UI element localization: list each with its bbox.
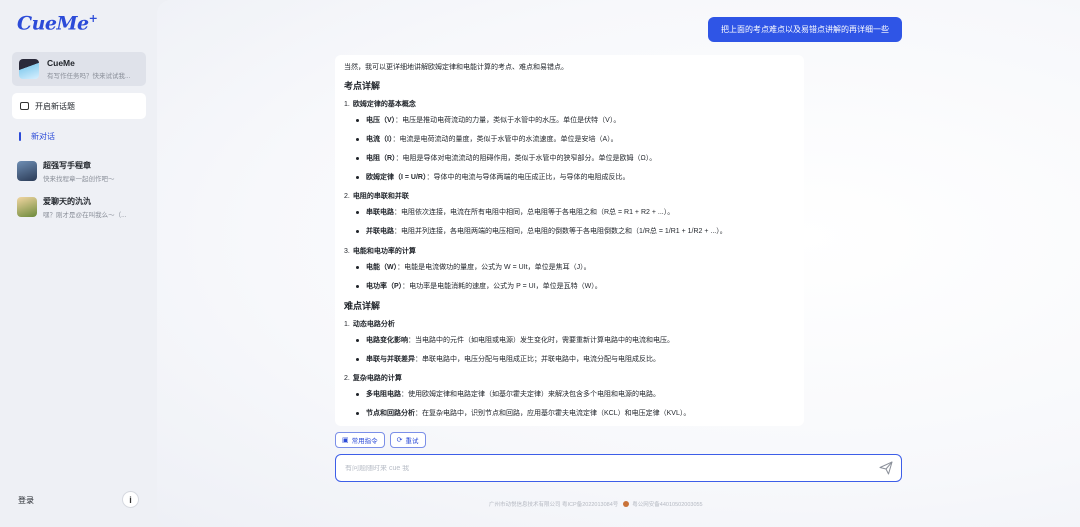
info-icon[interactable]: i [122, 491, 139, 508]
history-subtitle: 嘿？刚才是@在叫我么～（... [43, 211, 127, 219]
new-topic-label: 开启新话题 [35, 101, 75, 111]
answer-list-item: 串联电路：电阻依次连接，电流在所有电阻中相同，总电阻等于各电阻之和（R总 = R… [356, 208, 794, 217]
sidebar-item-history[interactable]: 爱聊天的氿氿 嘿？刚才是@在叫我么～（... [17, 194, 147, 220]
command-icon: ▣ [342, 437, 349, 444]
sidebar-item-new-chat[interactable]: 新对话 [19, 131, 55, 142]
agent-subtitle: 有写作任务吗？快来试试我... [47, 73, 131, 80]
answer-section-heading: 难点详解 [344, 300, 381, 311]
history-title: 爱聊天的氿氿 [43, 196, 91, 206]
new-topic-button[interactable]: 开启新话题 [12, 93, 146, 119]
agent-name: CueMe [47, 58, 75, 68]
assistant-answer: 当然，我可以更详细地讲解欧姆定律和电能计算的考点、难点和易错点。 考点详解 1. 欧… [335, 55, 804, 426]
history-title: 超强写手程章 [43, 160, 91, 170]
agent-avatar [19, 59, 39, 79]
agent-card[interactable]: CueMe 有写作任务吗？快来试试我... [12, 52, 146, 86]
history-subtitle: 快来找程章一起创作吧～ [43, 175, 115, 183]
answer-subheading: 3. 电能和电功率的计算 [344, 247, 416, 255]
bullet-icon [356, 411, 359, 415]
answer-list-item: 并联电路：电阻并列连接，各电阻两端的电压相同，总电阻的倒数等于各电阻倒数之和（1… [356, 227, 794, 236]
retry-button[interactable]: ⟳ 重试 [389, 432, 426, 448]
bullet-icon [356, 338, 359, 342]
answer-subheading: 2. 电阻的串联和并联 [344, 193, 409, 201]
footer: 广州市动悦信息技术有限公司 粤ICP备2022013084号 粤公网安备4401… [489, 500, 703, 508]
bullet-icon [356, 211, 359, 215]
chat-input[interactable] [345, 464, 865, 472]
answer-list-item: 电功率（P）：电功率是电能消耗的速度，公式为 P = UI，单位是瓦特（W）。 [356, 282, 794, 291]
answer-list-item: 电能（W）：电能是电流做功的量度，公式为 W = UIt，单位是焦耳（J）。 [356, 263, 794, 272]
app-logo[interactable]: CueMe+ [17, 12, 98, 34]
answer-intro: 当然，我可以更详细地讲解欧姆定律和电能计算的考点、难点和易错点。 [344, 64, 568, 71]
answer-list-item: 电路变化影响：当电路中的元件（如电阻或电源）发生变化时，需要重新计算电路中的电流… [356, 336, 794, 345]
login-link[interactable]: 登录 [18, 495, 34, 506]
bullet-icon [356, 176, 359, 180]
answer-subheading: 1. 欧姆定律的基本概念 [344, 100, 416, 108]
active-indicator [19, 132, 21, 141]
answer-list-item: 多电阻电路：使用欧姆定律和电路定律（如基尔霍夫定律）来解决包含多个电阻和电源的电… [356, 390, 794, 399]
bullet-icon [356, 137, 359, 141]
sidebar: CueMe+ CueMe 有写作任务吗？快来试试我... 开启新话题 新对话 超… [0, 0, 157, 527]
bullet-icon [356, 265, 359, 269]
bullet-icon [356, 284, 359, 288]
common-commands-button[interactable]: ▣ 常用指令 [335, 432, 385, 448]
bullet-icon [356, 157, 359, 161]
answer-list-item: 节点和回路分析：在复杂电路中，识别节点和回路，应用基尔霍夫电流定律（KCL）和电… [356, 409, 794, 418]
bullet-icon [356, 357, 359, 361]
user-message-bubble: 把上面的考点难点以及易错点讲解的再详细一些 [708, 17, 902, 42]
chat-input-box [335, 454, 902, 482]
answer-list-item: 电阻（R）：电阻是导体对电流流动的阻碍作用，类似于水管中的狭窄部分。单位是欧姆（… [356, 154, 794, 163]
bullet-icon [356, 230, 359, 234]
answer-list-item: 欧姆定律（I = U/R）：导体中的电流与导体两端的电压成正比，与导体的电阻成反… [356, 173, 794, 182]
bullet-icon [356, 118, 359, 122]
sidebar-item-history[interactable]: 超强写手程章 快来找程章一起创作吧～ [17, 158, 147, 184]
answer-subheading: 2. 复杂电路的计算 [344, 374, 402, 382]
send-icon[interactable] [879, 461, 893, 475]
answer-list-item: 电压（V）：电压是推动电荷流动的力量，类似于水管中的水压。单位是伏特（V）。 [356, 116, 794, 125]
bullet-icon [356, 392, 359, 396]
answer-subheading: 1. 动态电路分析 [344, 320, 395, 328]
avatar [17, 161, 37, 181]
refresh-icon: ⟳ [396, 437, 403, 444]
police-badge-icon [623, 501, 630, 507]
police-text[interactable]: 粤公网安备44010502003055 [632, 500, 702, 508]
icp-text[interactable]: 广州市动悦信息技术有限公司 粤ICP备2022013084号 [489, 500, 618, 508]
answer-list-item: 串联与并联差异：串联电路中，电压分配与电阻成正比；并联电路中，电流分配与电阻成反… [356, 355, 794, 364]
sidebar-item-label: 新对话 [31, 132, 55, 141]
avatar [17, 197, 37, 217]
answer-list-item: 电流（I）：电流是电荷流动的量度，类似于水管中的水流速度。单位是安培（A）。 [356, 135, 794, 144]
chat-bubble-icon [20, 102, 29, 110]
answer-section-heading: 考点详解 [344, 81, 381, 92]
quick-actions: ▣ 常用指令 ⟳ 重试 [335, 432, 431, 448]
